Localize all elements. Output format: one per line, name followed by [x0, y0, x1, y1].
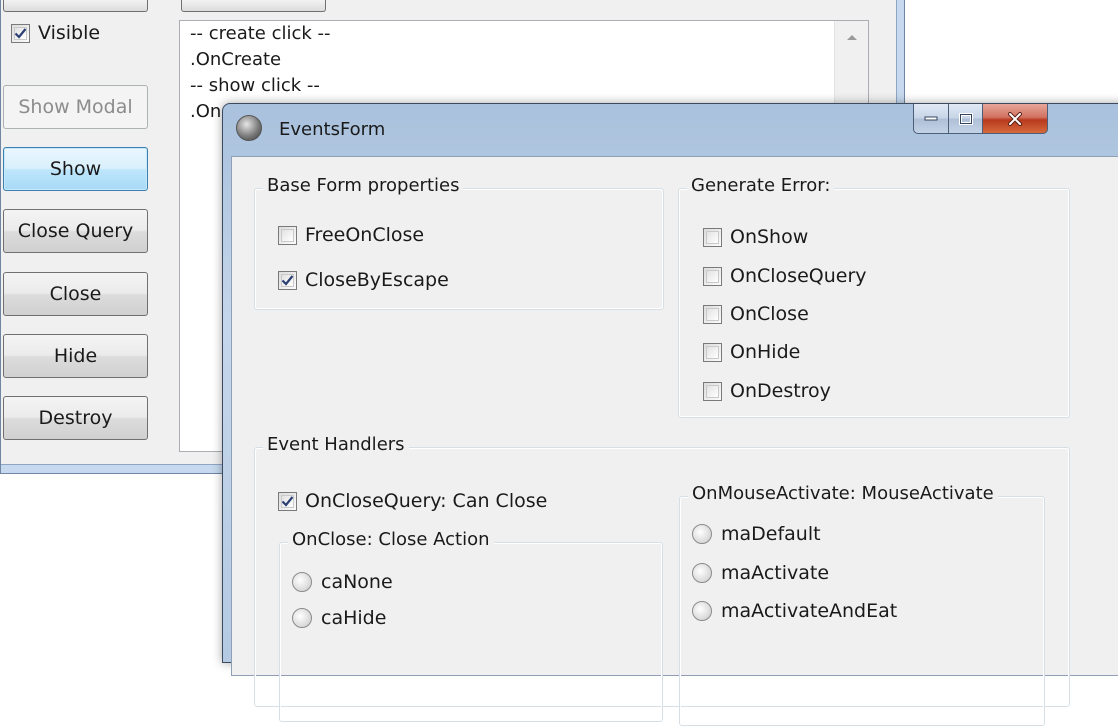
radio-label: maActivateAndEat [721, 600, 898, 622]
minimize-button[interactable] [913, 104, 949, 134]
close-query-button[interactable]: Close Query [3, 209, 148, 253]
checkbox-label: OnShow [730, 226, 809, 248]
log-line: .OnCreate [190, 49, 282, 70]
events-form-client: Base Form properties FreeOnClose CloseBy… [231, 156, 1118, 726]
checkbox-label: CloseByEscape [305, 269, 449, 291]
caption-buttons [913, 104, 1048, 134]
close-by-escape-checkbox[interactable] [278, 270, 297, 290]
group-title: Generate Error: [687, 175, 835, 196]
on-destroy-checkbox[interactable] [703, 381, 722, 401]
events-form-window: EventsForm Base Form properties FreeOnCl… [222, 103, 1118, 726]
checkbox-label: OnCloseQuery [730, 265, 867, 287]
on-close-query-checkbox[interactable] [703, 266, 722, 286]
minimize-icon [924, 116, 938, 120]
ma-activate-and-eat-radio-row[interactable]: maActivateAndEat [692, 600, 897, 622]
close-button[interactable]: Close [3, 272, 148, 316]
mouse-activate-group: OnMouseActivate: MouseActivate maDefault… [679, 483, 1045, 726]
app-icon[interactable] [236, 115, 262, 141]
visible-checkbox-row[interactable]: Visible [11, 22, 100, 44]
arrow-up-icon [846, 35, 857, 40]
ca-none-radio-row[interactable]: caNone [292, 571, 393, 593]
close-by-escape-checkbox-row[interactable]: CloseByEscape [278, 269, 449, 291]
can-close-checkbox[interactable] [278, 491, 297, 511]
checkbox-label: OnHide [730, 341, 801, 363]
show-button[interactable]: Show [3, 147, 148, 191]
radio-label: maActivate [721, 562, 830, 584]
radio-label: caHide [321, 607, 387, 629]
maximize-icon [958, 112, 973, 125]
ma-activate-and-eat-radio[interactable] [692, 601, 712, 621]
scroll-up-button[interactable] [835, 21, 868, 53]
close-window-button[interactable] [983, 104, 1048, 134]
group-title: OnClose: Close Action [288, 529, 494, 550]
on-hide-checkbox-row[interactable]: OnHide [703, 341, 800, 363]
window-title: EventsForm [279, 119, 386, 140]
checkmark-icon [281, 274, 294, 286]
on-close-query-checkbox-row[interactable]: OnCloseQuery [703, 265, 867, 287]
group-title: Event Handlers [263, 434, 409, 455]
on-destroy-checkbox-row[interactable]: OnDestroy [703, 380, 831, 402]
free-on-close-checkbox-row[interactable]: FreeOnClose [278, 224, 424, 246]
hide-button[interactable]: Hide [3, 334, 148, 378]
ca-hide-radio[interactable] [292, 608, 312, 628]
close-icon [1008, 111, 1022, 126]
visible-checkbox[interactable] [11, 23, 30, 43]
close-action-group: OnClose: Close Action caNone caHide [279, 529, 663, 722]
visible-checkbox-label: Visible [38, 22, 101, 44]
ma-activate-radio-row[interactable]: maActivate [692, 562, 829, 584]
checkmark-icon [281, 495, 294, 507]
checkbox-label: OnCloseQuery: Can Close [305, 490, 548, 512]
partial-top-button-left[interactable] [3, 0, 148, 12]
on-hide-checkbox[interactable] [703, 342, 722, 362]
group-title: OnMouseActivate: MouseActivate [688, 483, 998, 504]
on-show-checkbox-row[interactable]: OnShow [703, 226, 808, 248]
ca-hide-radio-row[interactable]: caHide [292, 607, 386, 629]
checkbox-label: OnClose [730, 303, 809, 325]
destroy-button[interactable]: Destroy [3, 396, 148, 440]
ma-default-radio-row[interactable]: maDefault [692, 523, 821, 545]
on-close-checkbox-row[interactable]: OnClose [703, 303, 809, 325]
title-bar[interactable]: EventsForm [223, 104, 1118, 156]
base-form-properties-group: Base Form properties FreeOnClose CloseBy… [254, 175, 664, 310]
radio-label: caNone [321, 571, 393, 593]
checkmark-icon [14, 27, 27, 39]
generate-error-group: Generate Error: OnShow OnCloseQuery OnCl… [678, 175, 1070, 418]
ma-activate-radio[interactable] [692, 563, 712, 583]
can-close-checkbox-row[interactable]: OnCloseQuery: Can Close [278, 490, 547, 512]
radio-label: maDefault [721, 523, 821, 545]
ma-default-radio[interactable] [692, 524, 712, 544]
checkbox-label: FreeOnClose [305, 224, 425, 246]
free-on-close-checkbox[interactable] [278, 225, 297, 245]
event-handlers-group: Event Handlers OnCloseQuery: Can Close O… [254, 434, 1070, 726]
log-line: -- show click -- [190, 75, 320, 96]
on-close-checkbox[interactable] [703, 304, 722, 324]
partial-top-button-right[interactable] [181, 0, 326, 12]
checkbox-label: OnDestroy [730, 380, 831, 402]
log-line: -- create click -- [190, 23, 331, 44]
on-show-checkbox[interactable] [703, 227, 722, 247]
ca-none-radio[interactable] [292, 572, 312, 592]
group-title: Base Form properties [263, 175, 464, 196]
show-modal-button[interactable]: Show Modal [3, 85, 148, 129]
maximize-button[interactable] [949, 104, 983, 134]
